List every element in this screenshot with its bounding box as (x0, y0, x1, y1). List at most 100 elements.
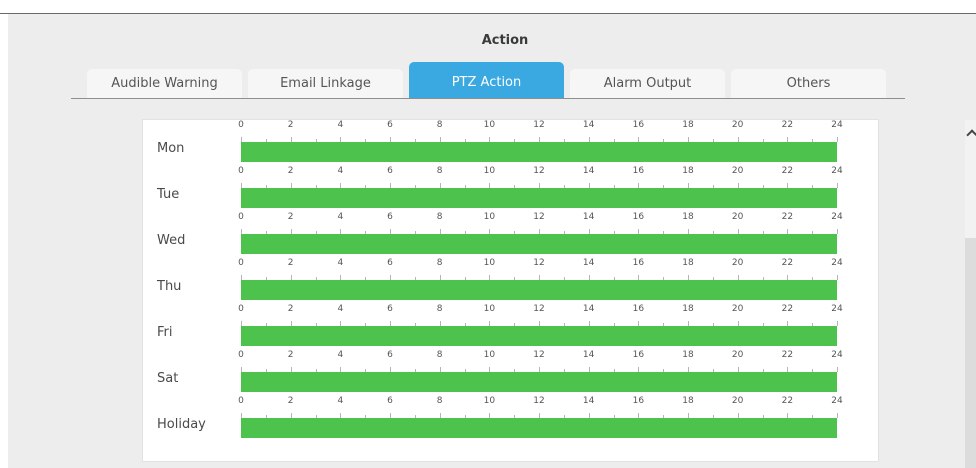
schedule-bar-tue[interactable] (241, 188, 837, 208)
hour-tick-label: 16 (632, 212, 645, 222)
hour-ruler: 0 2 4 6 8 10 12 14 16 18 20 22 24 (238, 166, 843, 188)
hour-tick-label: 14 (582, 120, 595, 130)
hour-tick-label: 20 (731, 120, 744, 130)
hour-tick (837, 367, 838, 372)
tab-alarm-output[interactable]: Alarm Output (570, 69, 725, 98)
hour-tick-label: 24 (831, 350, 843, 360)
hour-tick-label: 10 (483, 166, 496, 176)
schedule-row-sat: Sat 0 2 4 6 8 10 12 14 16 18 20 22 24 (143, 350, 880, 396)
hour-tick-label: 4 (337, 396, 344, 406)
hour-tick-label: 18 (682, 258, 694, 268)
hour-tick-label: 16 (632, 120, 645, 130)
schedule-bar-fri[interactable] (241, 326, 837, 346)
hour-tick-label: 8 (436, 166, 443, 176)
hour-tick-label: 16 (632, 396, 645, 406)
hour-tick-label: 24 (831, 258, 843, 268)
schedule-bar-mon[interactable] (241, 142, 837, 162)
day-label: Mon (157, 141, 185, 156)
tab-underline (71, 98, 905, 99)
hour-tick-label: 4 (337, 350, 344, 360)
hour-tick-label: 4 (337, 166, 344, 176)
action-dialog: Action Audible Warning Email Linkage PTZ… (0, 0, 976, 468)
hour-tick-label: 14 (582, 350, 595, 360)
hour-tick-label: 2 (287, 258, 294, 268)
hour-tick-label: 0 (238, 396, 244, 406)
hour-ruler: 0 2 4 6 8 10 12 14 16 18 20 22 24 (238, 120, 843, 142)
hour-tick-label: 10 (483, 350, 496, 360)
hour-tick-label: 2 (287, 120, 294, 130)
hour-tick-label: 0 (238, 212, 244, 222)
hour-tick-label: 0 (238, 258, 244, 268)
hour-tick-label: 6 (387, 396, 393, 406)
hour-tick-label: 22 (781, 304, 794, 314)
day-label: Fri (157, 325, 173, 340)
hour-tick-label: 2 (287, 166, 294, 176)
schedule-row-thu: Thu 0 2 4 6 8 10 12 14 16 18 20 22 24 (143, 258, 880, 304)
hour-ruler: 0 2 4 6 8 10 12 14 16 18 20 22 24 (238, 258, 843, 280)
hour-tick-label: 10 (483, 258, 496, 268)
hour-tick-label: 0 (238, 120, 244, 130)
hour-tick-label: 10 (483, 120, 496, 130)
hour-tick-label: 12 (533, 350, 545, 360)
schedule-row-fri: Fri 0 2 4 6 8 10 12 14 16 18 20 22 24 (143, 304, 880, 350)
hour-tick-label: 20 (731, 166, 744, 176)
hour-tick-label: 16 (632, 166, 645, 176)
hour-tick-label: 8 (436, 396, 443, 406)
tab-others[interactable]: Others (731, 69, 886, 98)
hour-ruler: 0 2 4 6 8 10 12 14 16 18 20 22 24 (238, 350, 843, 372)
hour-tick-label: 22 (781, 212, 794, 222)
hour-tick (837, 229, 838, 234)
hour-tick-label: 24 (831, 304, 843, 314)
hour-tick-label: 0 (238, 350, 244, 360)
left-strip (0, 14, 8, 468)
hour-tick-label: 20 (731, 304, 744, 314)
hour-tick-label: 6 (387, 258, 393, 268)
hour-tick-label: 8 (436, 212, 443, 222)
hour-tick-label: 14 (582, 212, 595, 222)
hour-tick-label: 24 (831, 396, 843, 406)
schedule-row-mon: Mon 0 2 4 6 8 10 12 14 16 18 20 22 24 (143, 120, 880, 166)
hour-tick-label: 6 (387, 120, 393, 130)
tab-email-linkage[interactable]: Email Linkage (248, 69, 403, 98)
hour-tick-label: 20 (731, 350, 744, 360)
day-label: Holiday (157, 417, 206, 432)
dialog-title: Action (481, 33, 529, 48)
hour-tick-label: 12 (533, 258, 545, 268)
hour-tick-label: 12 (533, 304, 545, 314)
tab-ptz-action[interactable]: PTZ Action (409, 62, 564, 98)
hour-tick-label: 22 (781, 350, 794, 360)
hour-tick-label: 24 (831, 166, 843, 176)
schedule-bar-thu[interactable] (241, 280, 837, 300)
hour-tick-label: 14 (582, 166, 595, 176)
hour-tick-label: 12 (533, 396, 545, 406)
schedule-row-tue: Tue 0 2 4 6 8 10 12 14 16 18 20 22 24 (143, 166, 880, 212)
hour-tick-label: 16 (632, 304, 645, 314)
hour-tick-label: 10 (483, 212, 496, 222)
schedule-grid: Mon 0 2 4 6 8 10 12 14 16 18 20 22 24 Tue 0 2 4 6 8 10 12 14 16… (142, 119, 879, 462)
schedule-row-holiday: Holiday 0 2 4 6 8 10 12 14 16 18 20 22 24 (143, 396, 880, 442)
scrollbar[interactable] (965, 120, 976, 468)
day-label: Tue (157, 187, 180, 202)
schedule-bar-holiday[interactable] (241, 418, 837, 438)
hour-tick-label: 22 (781, 258, 794, 268)
schedule-bar-sat[interactable] (241, 372, 837, 392)
hour-tick-label: 14 (582, 304, 595, 314)
hour-tick-label: 14 (582, 258, 595, 268)
hour-ruler: 0 2 4 6 8 10 12 14 16 18 20 22 24 (238, 396, 843, 418)
hour-tick-label: 8 (436, 258, 443, 268)
schedule-bar-wed[interactable] (241, 234, 837, 254)
hour-tick-label: 10 (483, 304, 496, 314)
tab-audible-warning[interactable]: Audible Warning (87, 69, 242, 98)
hour-tick-label: 8 (436, 304, 443, 314)
hour-tick (837, 137, 838, 142)
hour-tick-label: 4 (337, 304, 344, 314)
hour-tick-label: 22 (781, 396, 794, 406)
hour-tick (837, 275, 838, 280)
hour-tick-label: 0 (238, 304, 244, 314)
hour-tick-label: 20 (731, 258, 744, 268)
hour-tick-label: 8 (436, 350, 443, 360)
hour-ruler: 0 2 4 6 8 10 12 14 16 18 20 22 24 (238, 212, 843, 234)
hour-tick-label: 24 (831, 212, 843, 222)
hour-tick-label: 12 (533, 212, 545, 222)
hour-tick-label: 22 (781, 120, 794, 130)
